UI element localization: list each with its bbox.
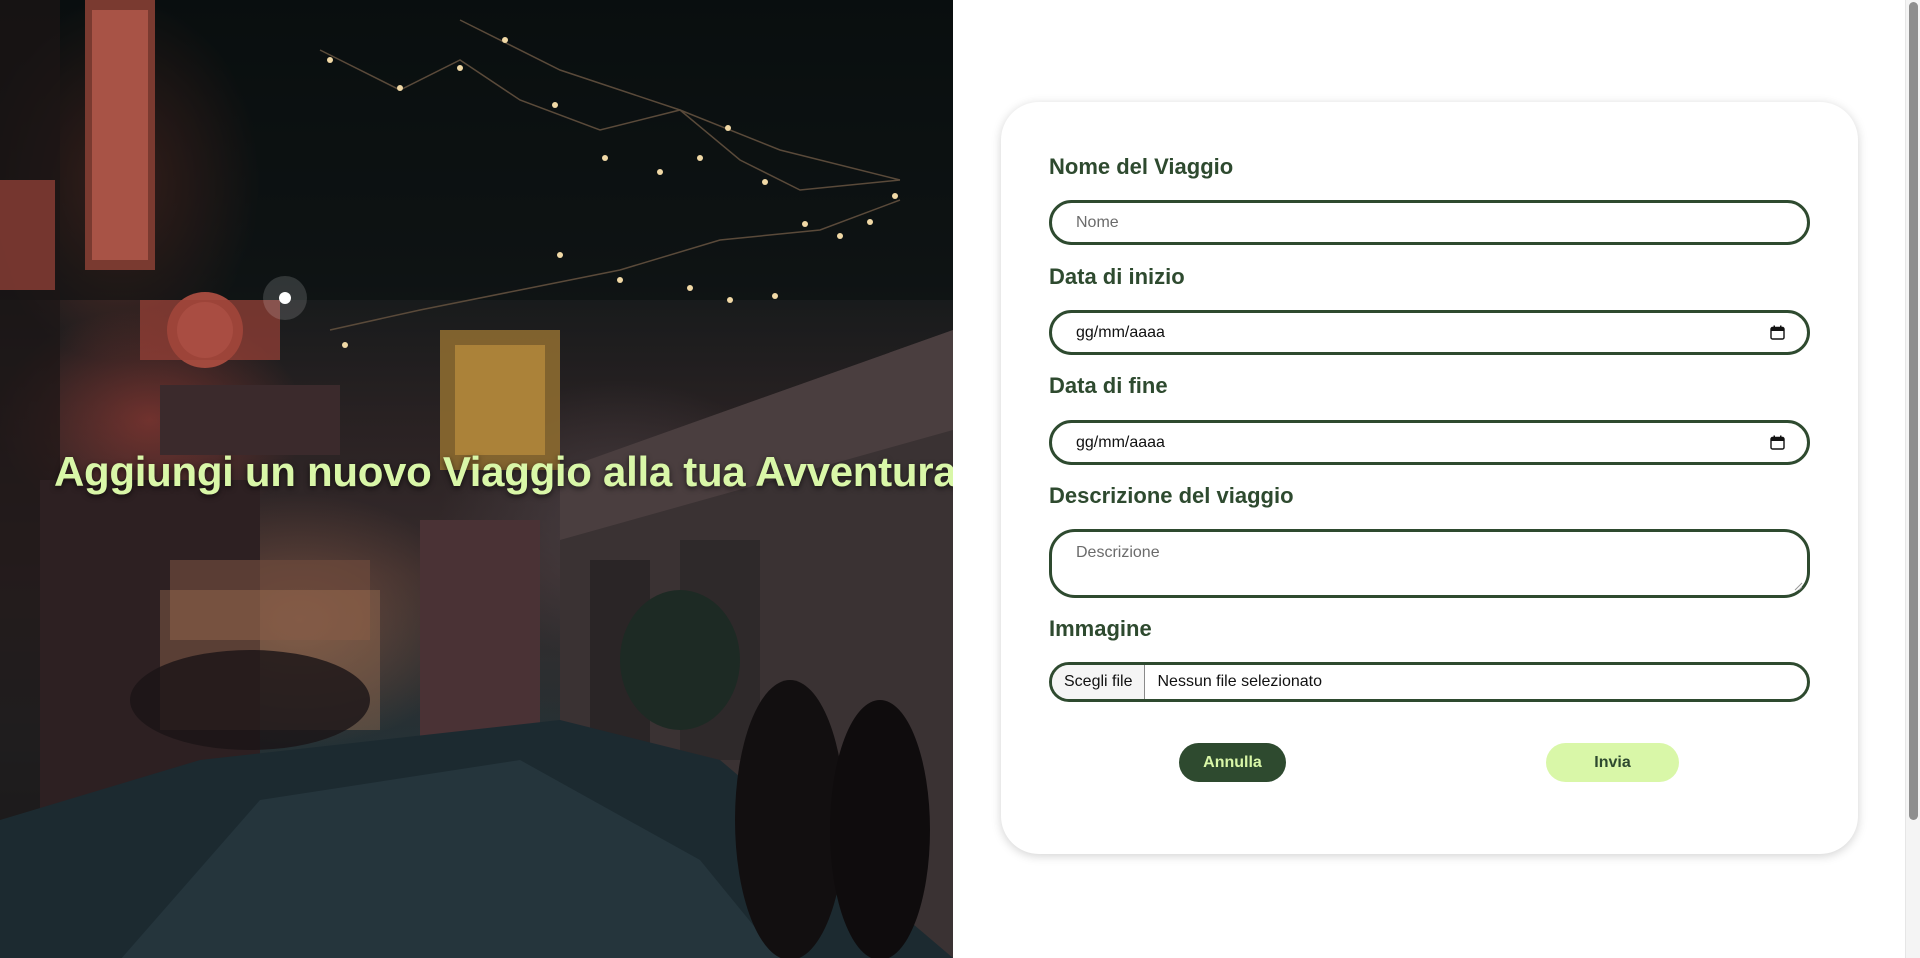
trip-name-placeholder: Nome <box>1076 213 1119 231</box>
end-date-label: Data di fine <box>1049 373 1168 398</box>
scrollbar-thumb[interactable] <box>1909 2 1918 820</box>
calendar-icon[interactable] <box>1770 435 1785 450</box>
start-date-input[interactable]: gg/mm/aaaa <box>1049 310 1810 355</box>
description-placeholder: Descrizione <box>1076 544 1160 561</box>
start-date-value: gg/mm/aaaa <box>1076 323 1165 341</box>
trip-name-label: Nome del Viaggio <box>1049 154 1234 179</box>
submit-button[interactable]: Invia <box>1546 743 1679 782</box>
description-label: Descrizione del viaggio <box>1049 483 1294 508</box>
trip-name-input[interactable]: Nome <box>1049 200 1810 245</box>
resize-grip-icon[interactable] <box>1793 581 1803 591</box>
page-scrollbar[interactable] <box>1905 0 1920 958</box>
description-textarea[interactable]: Descrizione <box>1049 529 1810 598</box>
image-label: Immagine <box>1049 616 1152 641</box>
image-file-input[interactable]: Scegli file Nessun file selezionato <box>1049 662 1810 702</box>
cancel-button[interactable]: Annulla <box>1179 743 1286 782</box>
end-date-input[interactable]: gg/mm/aaaa <box>1049 420 1810 465</box>
hero-panel: Aggiungi un nuovo Viaggio alla tua Avven… <box>0 0 953 958</box>
choose-file-button[interactable]: Scegli file <box>1052 665 1146 699</box>
end-date-value: gg/mm/aaaa <box>1076 433 1165 451</box>
hero-title: Aggiungi un nuovo Viaggio alla tua Avven… <box>54 448 953 495</box>
calendar-icon[interactable] <box>1770 325 1785 340</box>
file-status: Nessun file selezionato <box>1157 673 1323 690</box>
trip-form-card: Nome del Viaggio Nome Data di inizio gg/… <box>1001 102 1858 854</box>
start-date-label: Data di inizio <box>1049 264 1185 289</box>
